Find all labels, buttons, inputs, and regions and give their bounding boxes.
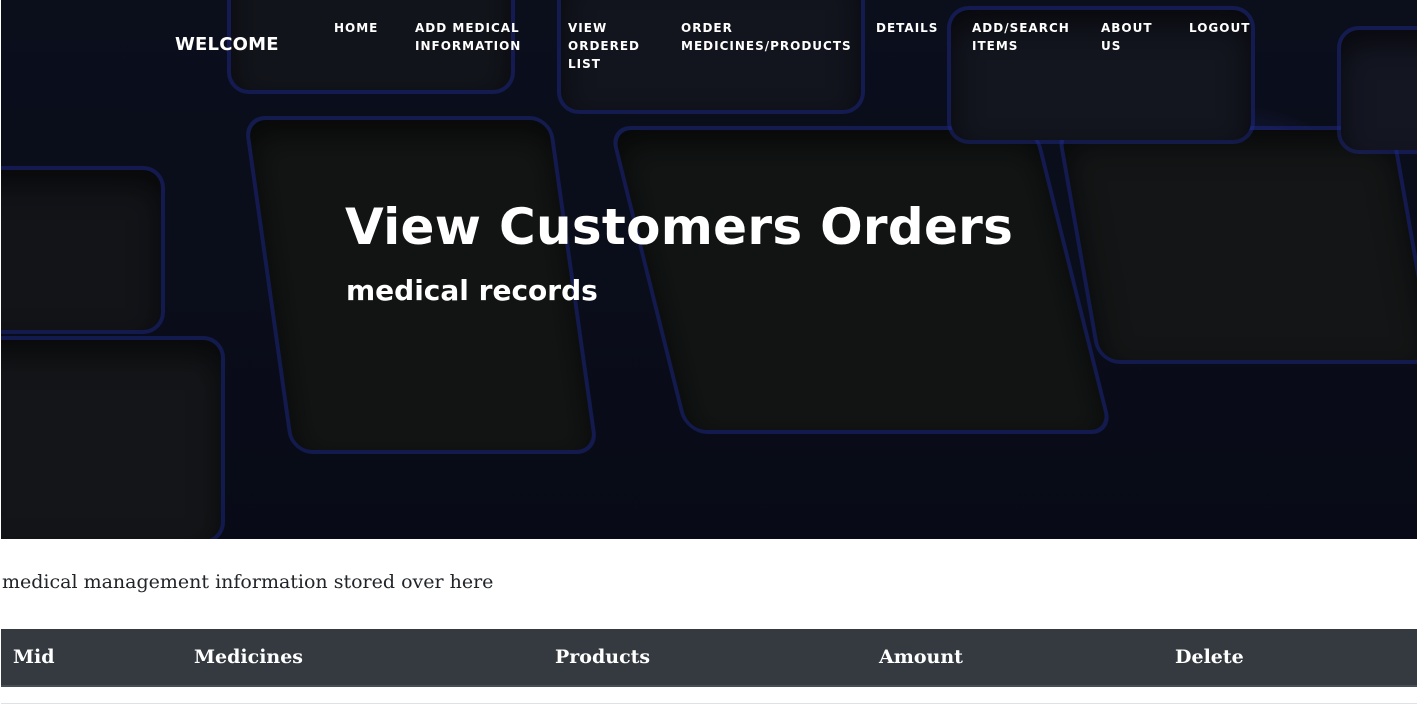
nav-item-order-medicines-products[interactable]: ORDER MEDICINES/PRODUCTS bbox=[681, 19, 852, 55]
nav-item-about-us[interactable]: ABOUT US bbox=[1101, 19, 1153, 55]
nav-item-add-medical-information[interactable]: ADD MEDICAL INFORMATION bbox=[415, 19, 521, 55]
navbar-brand[interactable]: WELCOME bbox=[175, 34, 279, 55]
intro-text: medical management information stored ov… bbox=[2, 571, 494, 593]
column-header-products: Products bbox=[543, 629, 867, 687]
column-header-amount: Amount bbox=[867, 629, 1163, 687]
nav-item-view-ordered-list[interactable]: VIEW ORDERED LIST bbox=[568, 19, 640, 73]
orders-table: Mid Medicines Products Amount Delete bbox=[1, 629, 1417, 704]
hero-banner: WELCOME HOME ADD MEDICAL INFORMATION VIE… bbox=[1, 0, 1417, 539]
table-header-row: Mid Medicines Products Amount Delete bbox=[1, 629, 1417, 687]
column-header-medicines: Medicines bbox=[182, 629, 543, 687]
page-title: View Customers Orders bbox=[345, 198, 1014, 256]
nav-item-details[interactable]: DETAILS bbox=[876, 19, 938, 37]
column-header-delete: Delete bbox=[1163, 629, 1417, 687]
nav-item-home[interactable]: HOME bbox=[334, 19, 378, 37]
column-header-mid: Mid bbox=[1, 629, 182, 687]
nav-item-add-search-items[interactable]: ADD/SEARCH ITEMS bbox=[972, 19, 1070, 55]
hero-overlay bbox=[1, 0, 1417, 539]
page-subtitle: medical records bbox=[346, 274, 598, 307]
table-row bbox=[1, 686, 1417, 704]
nav-item-logout[interactable]: LOGOUT bbox=[1189, 19, 1250, 37]
